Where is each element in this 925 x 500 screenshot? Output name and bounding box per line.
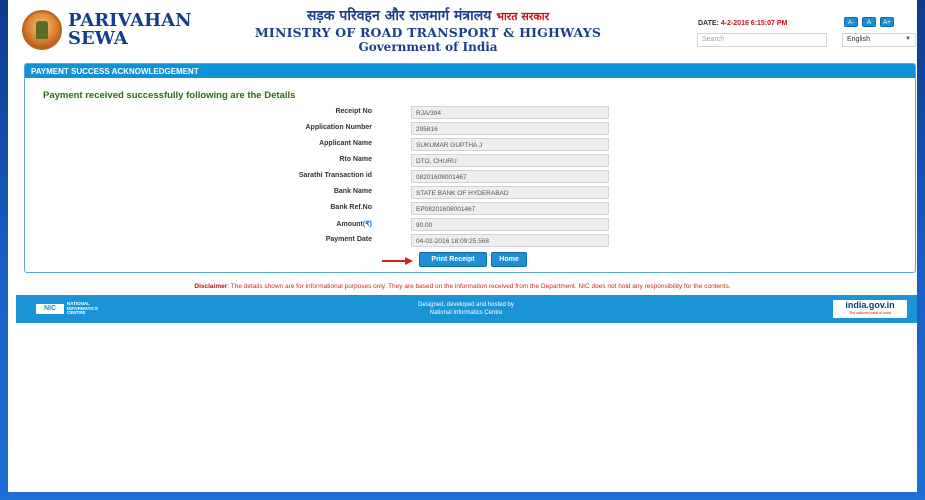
field-row-application-number: Application Number 295816	[25, 122, 917, 135]
title-hindi-main: सड़क परिवहन और राजमार्ग मंत्रालय	[306, 8, 492, 24]
field-label: Applicant Name	[319, 140, 372, 147]
page-frame: PARIVAHAN SEWA सड़क परिवहन और राजमार्ग म…	[8, 0, 917, 492]
field-value: RJA/394	[411, 106, 609, 119]
site-footer: NIC NATIONAL INFORMATICS CENTRE Designed…	[16, 295, 917, 323]
font-decrease-button[interactable]: A-	[844, 17, 858, 27]
india-portal-name: india.gov.in	[845, 300, 895, 310]
india-portal-tagline: The national portal of India	[849, 311, 891, 315]
success-message: Payment received successfully following …	[43, 90, 296, 101]
panel-title: PAYMENT SUCCESS ACKNOWLEDGEMENT	[25, 64, 915, 78]
title-english: MINISTRY OF ROAD TRANSPORT & HIGHWAYS	[254, 25, 602, 40]
field-label: Payment Date	[325, 236, 372, 243]
brand-logo[interactable]: PARIVAHAN SEWA	[68, 12, 192, 48]
field-value: EP08201608001467	[411, 202, 609, 215]
india-portal-logo[interactable]: india.gov.in The national portal of Indi…	[833, 300, 907, 318]
search-input[interactable]: Search	[697, 33, 827, 47]
field-row-sarathi-transaction-id: Sarathi Transaction id 08201608001467	[25, 170, 917, 183]
field-label: Bank Ref.No	[330, 204, 372, 211]
nic-text-line-3: CENTRE	[67, 310, 86, 316]
field-row-bank-name: Bank Name STATE BANK OF HYDERABAD	[25, 186, 917, 199]
date-label: DATE:	[698, 20, 719, 27]
disclaimer-text: : The details shown are for informationa…	[227, 283, 731, 290]
home-button[interactable]: Home	[491, 252, 527, 267]
emblem-icon	[22, 10, 62, 50]
date-display: DATE: 4-2-2016 6:15:07 PM	[698, 20, 787, 27]
field-label: Application Number	[305, 124, 372, 131]
field-value: 90.00	[411, 218, 609, 231]
field-value: STATE BANK OF HYDERABAD	[411, 186, 609, 199]
field-row-receipt-no: Receipt No RJA/394	[25, 106, 917, 119]
footer-credits: Designed, developed and hosted by Nation…	[356, 301, 576, 317]
title-government: Government of India	[358, 40, 498, 54]
date-value: 4-2-2016 6:15:07 PM	[720, 20, 788, 27]
field-label-text: Amount	[336, 221, 363, 228]
disclaimer: Disclaimer: The details shown are for in…	[8, 283, 917, 290]
font-normal-button[interactable]: A	[862, 17, 876, 27]
title-hindi-suffix: भारत सरकार	[496, 10, 550, 23]
arrow-shaft	[382, 260, 406, 262]
arrow-right-icon	[382, 257, 414, 265]
disclaimer-label: Disclaimer	[194, 283, 228, 290]
font-increase-button[interactable]: A+	[880, 17, 894, 27]
field-label: Rto Name	[339, 156, 372, 163]
field-row-applicant-name: Applicant Name SUKUMAR GUPTHA J	[25, 138, 917, 151]
payment-panel: PAYMENT SUCCESS ACKNOWLEDGEMENT Payment …	[24, 63, 916, 273]
field-value: DTO, CHURU	[411, 154, 609, 167]
language-select[interactable]: English ▼	[842, 33, 916, 47]
footer-credits-line-2: National Informatics Centre	[429, 310, 503, 316]
field-label: Sarathi Transaction id	[298, 172, 372, 179]
footer-credits-line-1: Designed, developed and hosted by	[418, 302, 514, 308]
rupee-icon: (₹)	[362, 221, 372, 228]
field-row-amount: Amount(₹) 90.00	[25, 218, 917, 231]
nic-text: NATIONAL INFORMATICS CENTRE	[67, 302, 98, 316]
field-row-bank-ref-no: Bank Ref.No EP08201608001467	[25, 202, 917, 215]
field-value: 08201608001467	[411, 170, 609, 183]
language-selected: English	[847, 36, 870, 43]
field-value: 295816	[411, 122, 609, 135]
field-label: Receipt No	[335, 108, 372, 115]
field-label: Bank Name	[333, 188, 372, 195]
print-receipt-button[interactable]: Print Receipt	[419, 252, 487, 267]
nic-mark: NIC	[36, 304, 64, 314]
field-label: Amount(₹)	[336, 220, 372, 228]
font-size-controls: A- A A+	[844, 17, 894, 27]
field-value: 04-02-2016 18:09:25.568	[411, 234, 609, 247]
title-hindi: सड़क परिवहन और राजमार्ग मंत्रालय भारत सर…	[238, 8, 618, 25]
field-value: SUKUMAR GUPTHA J	[411, 138, 609, 151]
nic-logo[interactable]: NIC NATIONAL INFORMATICS CENTRE	[36, 302, 122, 316]
field-row-payment-date: Payment Date 04-02-2016 18:09:25.568	[25, 234, 917, 247]
site-header: PARIVAHAN SEWA सड़क परिवहन और राजमार्ग म…	[8, 0, 917, 58]
field-row-rto-name: Rto Name DTO, CHURU	[25, 154, 917, 167]
ministry-title: सड़क परिवहन और राजमार्ग मंत्रालय भारत सर…	[238, 8, 618, 54]
brand-line-2: SEWA	[68, 28, 128, 49]
arrow-head	[405, 257, 413, 265]
chevron-down-icon: ▼	[905, 36, 911, 42]
